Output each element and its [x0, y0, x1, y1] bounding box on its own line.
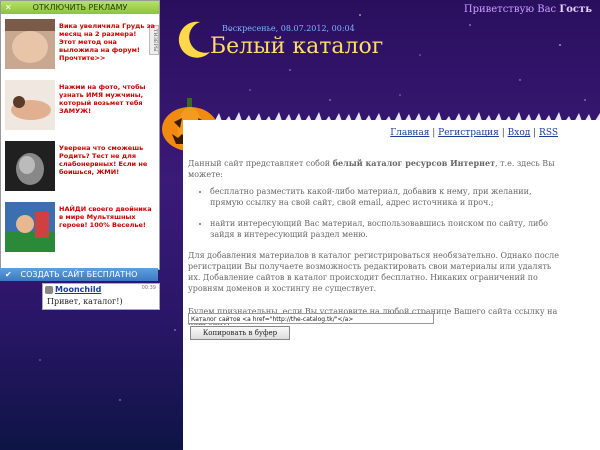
chat-time: 00:39	[141, 285, 156, 291]
registration-paragraph: Для добавления материалов в каталог реги…	[188, 251, 559, 293]
checkmark-icon: ✔	[5, 270, 12, 279]
intro-before: Данный сайт представляет собой	[188, 159, 333, 168]
ad-item[interactable]: Нажми на фото, чтобы узнать ИМЯ мужчины,…	[1, 75, 159, 136]
user-icon	[45, 286, 53, 294]
ad-text[interactable]: Вика увеличила Грудь за месяц на 2 разме…	[59, 22, 155, 62]
feature-item: бесплатно разместить какой-либо материал…	[210, 186, 563, 208]
top-nav: Главная | Регистрация | Вход | RSS	[390, 128, 558, 138]
ad-item[interactable]: Вика увеличила Грудь за месяц на 2 разме…	[1, 14, 159, 75]
create-site-button[interactable]: ✔ СОЗДАТЬ САЙТ БЕСПЛАТНО	[0, 268, 158, 281]
nav-register[interactable]: Регистрация	[438, 128, 499, 138]
ad-text[interactable]: НАЙДИ своего двойника в мире Мультяшных …	[59, 205, 155, 229]
nav-rss[interactable]: RSS	[539, 128, 558, 138]
ad-thumbnail[interactable]	[5, 19, 55, 69]
close-icon[interactable]: ✕	[5, 1, 12, 14]
feature-list: бесплатно разместить какой-либо материал…	[188, 186, 563, 240]
ad-text[interactable]: Нажми на фото, чтобы узнать ИМЯ мужчины,…	[59, 83, 155, 115]
ad-text[interactable]: Уверена что сможешь Родить? Тест не для …	[59, 144, 155, 176]
ad-thumbnail[interactable]	[5, 80, 55, 130]
site-header: Воскресенье, 08.07.2012, 00:04 Белый кат…	[170, 18, 430, 68]
intro-paragraph: Данный сайт представляет собой белый кат…	[188, 158, 563, 180]
disable-ads-button[interactable]: ✕ ОТКЛЮЧИТЬ РЕКЛАМУ	[1, 1, 159, 14]
greeting-user[interactable]: Гость	[559, 4, 592, 15]
greeting-prefix: Приветствую Вас	[463, 4, 557, 15]
moon-icon	[178, 21, 210, 58]
disable-ads-label: ОТКЛЮЧИТЬ РЕКЛАМУ	[32, 3, 128, 12]
main-content: Главная | Регистрация | Вход | RSS Данны…	[183, 120, 600, 450]
ad-thumbnail[interactable]	[5, 202, 55, 252]
current-date: Воскресенье, 08.07.2012, 00:04	[222, 24, 355, 33]
link-code-field[interactable]: Каталог сайтов <a href="http://the-catal…	[188, 313, 434, 324]
chat-text: Привет, каталог!)	[47, 297, 123, 306]
nav-home[interactable]: Главная	[390, 128, 429, 138]
intro-bold: белый каталог ресурсов Интернет	[332, 158, 496, 168]
ad-item[interactable]: Уверена что сможешь Родить? Тест не для …	[1, 136, 159, 197]
create-site-label: СОЗДАТЬ САЙТ БЕСПЛАТНО	[20, 270, 138, 279]
chat-username[interactable]: Moonchild	[55, 285, 101, 294]
nav-login[interactable]: Вход	[508, 128, 531, 138]
ad-panel: ✕ ОТКЛЮЧИТЬ РЕКЛАМУ ТИЗЕРЫ Вика увеличил…	[0, 0, 160, 270]
greeting: Приветствую Вас Гость	[464, 4, 592, 15]
copy-button[interactable]: Копировать в буфер	[190, 326, 290, 340]
ad-thumbnail[interactable]	[5, 141, 55, 191]
chat-message: Moonchild 00:39 Привет, каталог!)	[42, 283, 160, 310]
intro-text: Данный сайт представляет собой белый кат…	[188, 158, 563, 334]
ad-item[interactable]: НАЙДИ своего двойника в мире Мультяшных …	[1, 197, 159, 258]
site-title[interactable]: Белый каталог	[210, 34, 383, 59]
feature-item: найти интересующий Вас материал, восполь…	[210, 218, 563, 240]
